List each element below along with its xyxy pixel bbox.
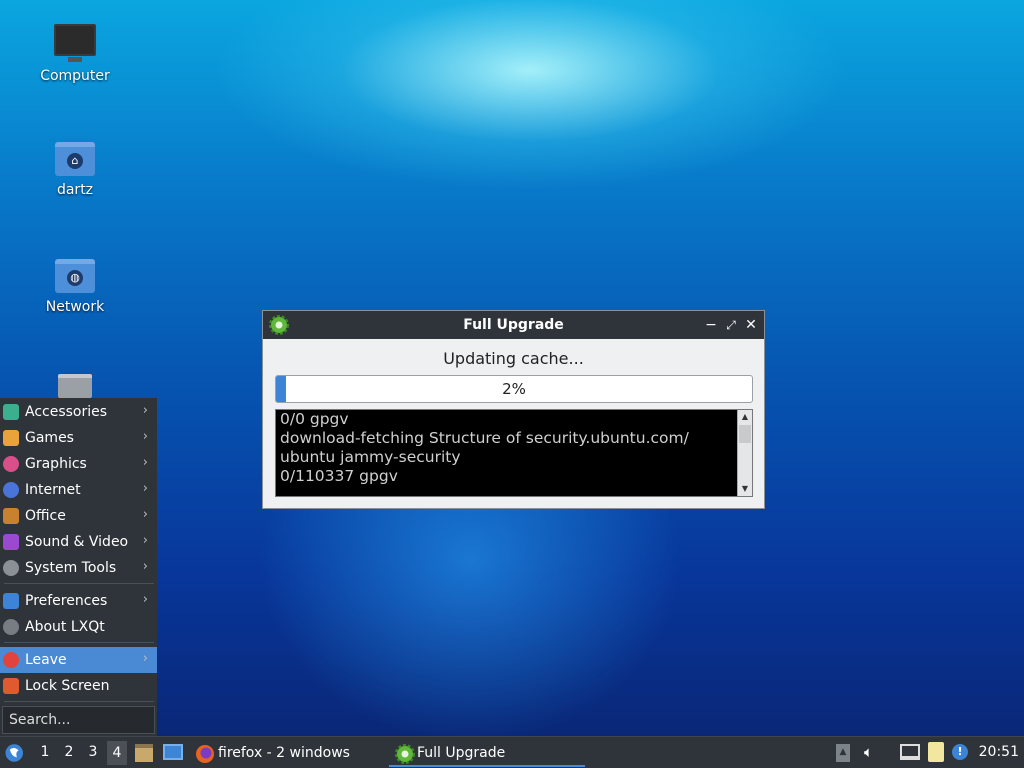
log-line: download-fetching Structure of security.… [280, 429, 689, 447]
graphics-icon [3, 456, 19, 472]
log-output[interactable]: 0/0 gpgv download-fetching Structure of … [275, 409, 753, 497]
chevron-right-icon: › [142, 651, 148, 666]
log-line: ubuntu jammy-security [280, 448, 461, 466]
home-folder-icon: ⌂ [55, 142, 95, 176]
chevron-right-icon: › [142, 403, 148, 418]
network-folder-icon: ◍ [55, 259, 95, 293]
accessories-icon [3, 404, 19, 420]
desktop-icon-trash[interactable] [20, 374, 130, 398]
menu-item-label: Preferences [25, 593, 108, 609]
task-label: firefox - 2 windows [218, 745, 350, 761]
dialog-titlebar[interactable]: Full Upgrade − ⤢ ✕ [263, 311, 764, 339]
menu-separator [4, 583, 154, 584]
desktop-icon-label: Computer [40, 68, 110, 84]
menu-item-label: System Tools [25, 560, 117, 576]
lock-icon [3, 678, 19, 694]
network-icon[interactable] [900, 744, 920, 760]
progress-label: 2% [502, 380, 526, 398]
sound-video-icon [3, 534, 19, 550]
chevron-right-icon: › [142, 533, 148, 548]
games-icon [3, 430, 19, 446]
dialog-title: Full Upgrade [463, 317, 564, 333]
log-lines: 0/0 gpgv download-fetching Structure of … [280, 410, 734, 486]
power-icon [3, 652, 19, 668]
menu-item-label: Sound & Video [25, 534, 129, 550]
chevron-right-icon: › [142, 429, 148, 444]
desktop-icon-label: Network [45, 299, 105, 315]
desktop-icon-home[interactable]: ⌂ dartz [20, 142, 130, 198]
desktop-icon-network[interactable]: ◍ Network [20, 259, 130, 315]
menu-item-label: Lock Screen [25, 678, 110, 694]
computer-icon [54, 24, 96, 62]
internet-icon [3, 482, 19, 498]
chevron-right-icon: › [142, 481, 148, 496]
menu-item-preferences[interactable]: Preferences › [0, 588, 157, 614]
menu-item-office[interactable]: Office › [0, 503, 157, 529]
menu-item-about-lxqt[interactable]: About LXQt [0, 614, 157, 640]
menu-item-sound-video[interactable]: Sound & Video › [0, 529, 157, 555]
menu-item-label: Leave [25, 652, 67, 668]
menu-separator [4, 642, 154, 643]
workspace-1[interactable]: 1 [35, 744, 55, 760]
menu-item-leave[interactable]: Leave › [0, 647, 157, 673]
chevron-right-icon: › [142, 559, 148, 574]
update-notifier-icon[interactable]: ! [952, 744, 968, 760]
menu-item-system-tools[interactable]: System Tools › [0, 555, 157, 581]
taskbar: 1 2 3 4 firefox - 2 windows Full Upgrade… [0, 736, 1024, 768]
chevron-right-icon: › [142, 507, 148, 522]
scroll-down-icon[interactable]: ▼ [738, 482, 752, 496]
clipboard-icon[interactable] [928, 742, 944, 762]
clock[interactable]: 20:51 [979, 744, 1019, 760]
gear-icon [395, 744, 415, 764]
progress-bar: 2% [275, 375, 753, 403]
office-icon [3, 508, 19, 524]
lxqt-menu-icon[interactable] [2, 737, 30, 768]
about-icon [3, 619, 19, 635]
menu-item-label: Office [25, 508, 66, 524]
menu-item-label: Accessories [25, 404, 108, 420]
tray-expand-icon[interactable]: ▲ [836, 744, 850, 762]
menu-item-label: Games [25, 430, 74, 446]
show-desktop-icon[interactable] [163, 744, 183, 760]
scroll-up-icon[interactable]: ▲ [738, 410, 752, 424]
desktop-icon-label: dartz [56, 182, 94, 198]
workspace-3[interactable]: 3 [83, 744, 103, 760]
menu-item-label: About LXQt [25, 619, 105, 635]
log-scrollbar[interactable]: ▲ ▼ [737, 410, 752, 496]
menu-item-label: Graphics [25, 456, 87, 472]
file-manager-icon[interactable] [135, 744, 153, 762]
menu-item-internet[interactable]: Internet › [0, 477, 157, 503]
task-label: Full Upgrade [417, 745, 506, 761]
volume-icon[interactable]: 🔈︎ [864, 744, 880, 760]
desktop-icon-computer[interactable]: Computer [20, 24, 130, 84]
task-firefox[interactable]: firefox - 2 windows [195, 741, 355, 767]
menu-search-input[interactable] [2, 706, 155, 734]
menu-separator [4, 701, 154, 702]
firefox-icon [196, 745, 214, 763]
status-text: Updating cache... [443, 349, 584, 368]
menu-item-label: Internet [25, 482, 81, 498]
menu-item-games[interactable]: Games › [0, 425, 157, 451]
log-line: 0/0 gpgv [280, 410, 349, 428]
log-line: 0/110337 gpgv [280, 467, 398, 485]
chevron-right-icon: › [142, 455, 148, 470]
system-tools-icon [3, 560, 19, 576]
scroll-thumb[interactable] [739, 425, 751, 443]
preferences-icon [3, 593, 19, 609]
trash-icon [58, 374, 92, 398]
menu-item-lock-screen[interactable]: Lock Screen [0, 673, 157, 699]
task-full-upgrade[interactable]: Full Upgrade [389, 741, 585, 767]
chevron-right-icon: › [142, 592, 148, 607]
workspace-2[interactable]: 2 [59, 744, 79, 760]
workspace-4[interactable]: 4 [107, 741, 127, 765]
menu-item-graphics[interactable]: Graphics › [0, 451, 157, 477]
menu-item-accessories[interactable]: Accessories › [0, 399, 157, 425]
minimize-button[interactable]: − [701, 314, 721, 336]
full-upgrade-dialog: Full Upgrade − ⤢ ✕ Updating cache... 2% … [262, 310, 765, 509]
start-menu: Accessories › Games › Graphics › Interne… [0, 398, 157, 736]
maximize-button[interactable]: ⤢ [721, 314, 741, 336]
close-button[interactable]: ✕ [741, 314, 761, 336]
